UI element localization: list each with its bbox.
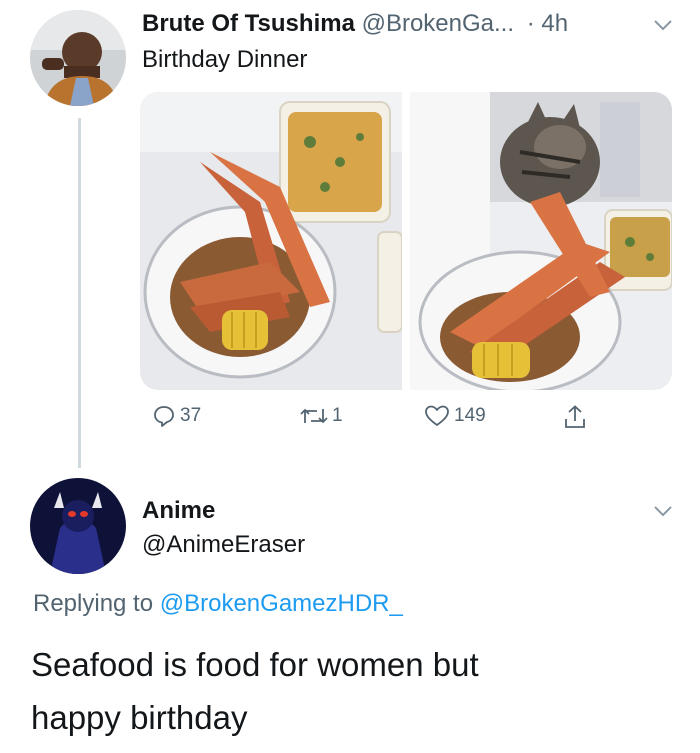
- retweet-icon: [300, 408, 328, 424]
- tweet-time[interactable]: · 4h: [527, 10, 568, 37]
- author-avatar[interactable]: [30, 10, 126, 106]
- reply-icon: [154, 406, 174, 427]
- share-button[interactable]: [563, 404, 587, 430]
- media-photo-1[interactable]: [140, 92, 402, 390]
- author-header: Brute Of Tsushima @BrokenGa... · 4h: [142, 10, 568, 38]
- like-count: 149: [454, 405, 486, 426]
- reply-author-avatar[interactable]: [30, 478, 126, 574]
- tweet-text: Birthday Dinner: [142, 46, 308, 73]
- reply-author-name[interactable]: Anime: [142, 497, 215, 525]
- replying-to-mention[interactable]: @BrokenGamezHDR_: [160, 590, 403, 617]
- reply-author-handle[interactable]: @AnimeEraser: [142, 531, 305, 559]
- replying-to-label: Replying to: [33, 590, 154, 617]
- thread-line: [78, 118, 81, 468]
- reply-tweet-text: Seafood is food for women but happy birt…: [31, 638, 671, 744]
- chevron-down-icon[interactable]: [653, 18, 673, 32]
- retweet-button[interactable]: 1: [300, 404, 343, 428]
- reply-text-line-2: happy birthday: [31, 699, 248, 736]
- media-photo-2[interactable]: [410, 92, 672, 390]
- author-name[interactable]: Brute Of Tsushima: [142, 10, 355, 37]
- retweet-count: 1: [332, 405, 343, 426]
- chevron-down-icon[interactable]: [653, 504, 673, 518]
- author-handle[interactable]: @BrokenGa...: [362, 10, 514, 37]
- share-icon: [565, 405, 585, 428]
- like-icon: [425, 405, 449, 426]
- reply-count: 37: [180, 405, 202, 426]
- tweet-media[interactable]: [140, 92, 672, 390]
- like-button[interactable]: 149: [424, 404, 486, 428]
- replying-to: Replying to @BrokenGamezHDR_: [33, 590, 403, 618]
- reply-button[interactable]: 37: [152, 404, 201, 428]
- reply-text-line-1: Seafood is food for women but: [31, 646, 479, 683]
